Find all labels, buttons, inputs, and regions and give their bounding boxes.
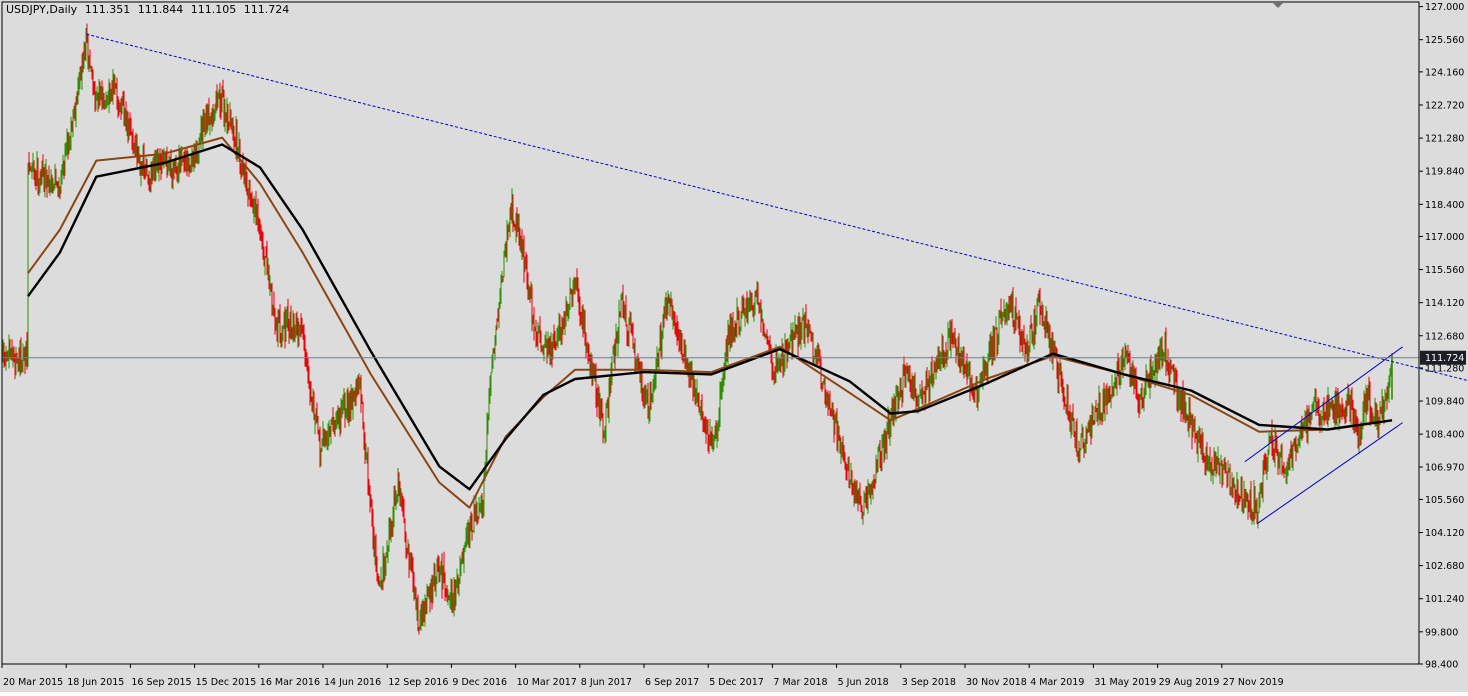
x-tick-label: 20 Mar 2015 — [3, 677, 63, 688]
x-tick-label: 18 Jun 2015 — [67, 677, 124, 688]
chart-header: USDJPY,Daily 111.351 111.844 111.105 111… — [6, 3, 293, 16]
x-tick-label: 30 Nov 2018 — [966, 677, 1027, 688]
y-tick-label: 102.680 — [1425, 561, 1464, 572]
y-tick-label: 106.970 — [1425, 463, 1464, 474]
high-value: 111.844 — [137, 3, 184, 16]
x-tick-label: 29 Aug 2019 — [1159, 677, 1220, 688]
y-tick-label: 99.800 — [1425, 627, 1458, 638]
x-tick-label: 8 Jun 2017 — [581, 677, 632, 688]
x-tick-label: 3 Sep 2018 — [902, 677, 956, 688]
x-tick-label: 27 Nov 2019 — [1223, 677, 1284, 688]
x-tick-label: 12 Sep 2016 — [388, 677, 448, 688]
y-tick-label: 98.400 — [1425, 660, 1458, 671]
x-tick-label: 6 Sep 2017 — [645, 677, 699, 688]
y-tick-label: 119.840 — [1425, 167, 1464, 178]
low-value: 111.105 — [190, 3, 237, 16]
x-tick-label: 31 May 2019 — [1094, 677, 1156, 688]
x-tick-label: 9 Dec 2016 — [452, 677, 507, 688]
x-tick-label: 16 Sep 2015 — [131, 677, 191, 688]
y-tick-label: 125.560 — [1425, 35, 1464, 46]
y-tick-label: 118.400 — [1425, 200, 1464, 211]
y-tick-label: 114.120 — [1425, 298, 1464, 309]
chart-root[interactable]: 127.000 125.560 124.160 122.720 121.280 119.8… — [0, 0, 1468, 692]
y-tick-label: 109.840 — [1425, 397, 1464, 408]
x-tick-label: 14 Jun 2016 — [324, 677, 381, 688]
y-tick-label: 115.560 — [1425, 265, 1464, 276]
y-tick-label: 101.240 — [1425, 594, 1464, 605]
price-chart[interactable]: 127.000 125.560 124.160 122.720 121.280 119.8… — [0, 0, 1468, 692]
current-price-label-text: 111.724 — [1425, 353, 1464, 364]
y-tick-label: 105.560 — [1425, 495, 1464, 506]
y-tick-label: 117.000 — [1425, 232, 1464, 243]
y-tick-label: 108.400 — [1425, 430, 1464, 441]
price-axis[interactable]: 127.000 125.560 124.160 122.720 121.280 119.8… — [1419, 2, 1464, 671]
x-tick-label: 7 Mar 2018 — [773, 677, 827, 688]
x-tick-label: 16 Mar 2016 — [260, 677, 320, 688]
x-tick-label: 5 Dec 2017 — [709, 677, 764, 688]
y-tick-label: 124.160 — [1425, 67, 1464, 78]
x-tick-label: 4 Mar 2019 — [1030, 677, 1084, 688]
current-price-label: 111.724 — [1420, 350, 1466, 365]
y-tick-label: 121.280 — [1425, 134, 1464, 145]
y-tick-label: 127.000 — [1425, 2, 1464, 13]
y-tick-label: 111.280 — [1425, 363, 1464, 374]
symbol-label: USDJPY,Daily — [6, 3, 78, 16]
y-tick-label: 112.680 — [1425, 331, 1464, 342]
y-tick-label: 104.120 — [1425, 528, 1464, 539]
open-value: 111.351 — [84, 3, 131, 16]
x-tick-label: 5 Jun 2018 — [838, 677, 889, 688]
x-tick-label: 15 Dec 2015 — [196, 677, 257, 688]
x-tick-label: 10 Mar 2017 — [517, 677, 577, 688]
close-value: 111.724 — [243, 3, 290, 16]
y-tick-label: 122.720 — [1425, 100, 1464, 111]
